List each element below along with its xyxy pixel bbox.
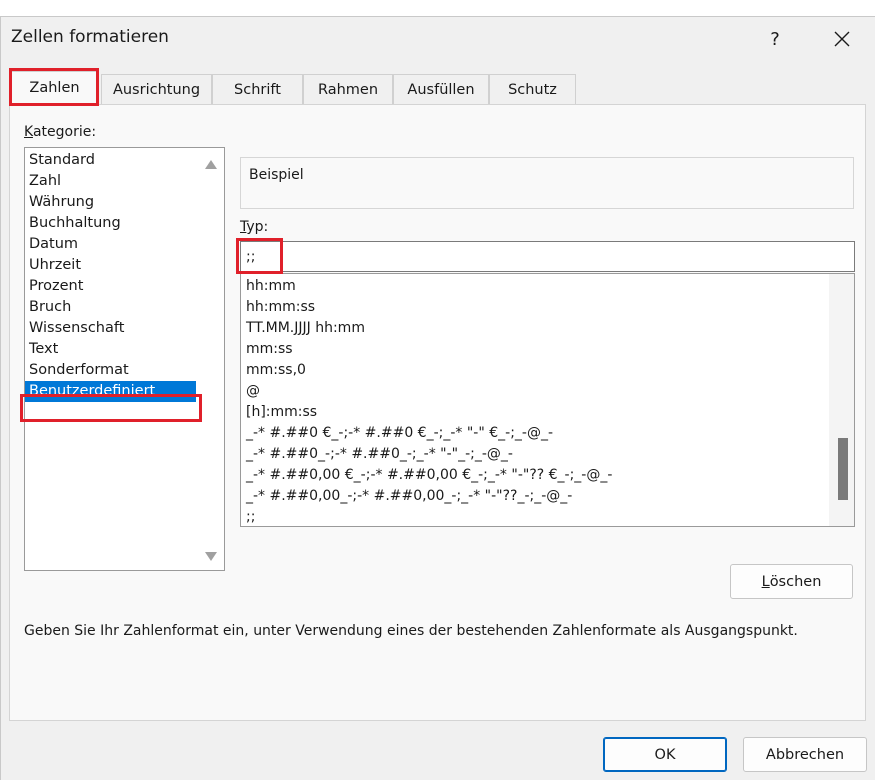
scrollbar-thumb[interactable] <box>838 438 848 500</box>
type-list-scrollbar[interactable] <box>829 274 854 526</box>
tab-ausfuellen[interactable]: Ausfüllen <box>393 74 489 104</box>
scroll-up-arrow-icon[interactable] <box>205 160 217 169</box>
top-strip <box>0 0 875 16</box>
type-item[interactable]: ;; <box>241 507 854 526</box>
dialog-title: Zellen formatieren <box>11 27 169 47</box>
type-item[interactable]: _-* #.##0,00_-;-* #.##0,00_-;_-* "-"??_-… <box>241 486 854 507</box>
help-button[interactable]: ? <box>753 21 797 57</box>
cancel-button[interactable]: Abbrechen <box>743 737 867 772</box>
ok-button[interactable]: OK <box>603 737 727 772</box>
category-item-sonderformat[interactable]: Sonderformat <box>25 360 196 381</box>
category-item-prozent[interactable]: Prozent <box>25 276 196 297</box>
type-item[interactable]: @ <box>241 381 854 402</box>
type-item[interactable]: mm:ss,0 <box>241 360 854 381</box>
tab-zahlen[interactable]: Zahlen <box>10 71 99 104</box>
category-list[interactable]: Standard Zahl Währung Buchhaltung Datum … <box>24 147 225 571</box>
category-item-benutzerdefiniert[interactable]: Benutzerdefiniert <box>25 381 196 402</box>
type-item[interactable]: mm:ss <box>241 339 854 360</box>
category-item-text[interactable]: Text <box>25 339 196 360</box>
category-label: Kategorie: <box>24 124 97 140</box>
close-button[interactable] <box>816 21 868 57</box>
category-item-datum[interactable]: Datum <box>25 234 196 255</box>
category-item-waehrung[interactable]: Währung <box>25 192 196 213</box>
type-list[interactable]: hh:mm hh:mm:ss TT.MM.JJJJ hh:mm mm:ss mm… <box>240 273 855 527</box>
category-item-buchhaltung[interactable]: Buchhaltung <box>25 213 196 234</box>
close-icon <box>834 31 850 47</box>
category-item-zahl[interactable]: Zahl <box>25 171 196 192</box>
number-tab-panel: Kategorie: Standard Zahl Währung Buchhal… <box>9 104 866 721</box>
format-cells-dialog: Zellen formatieren ? Zahlen Ausrichtung … <box>0 16 875 780</box>
tab-ausrichtung[interactable]: Ausrichtung <box>101 74 212 104</box>
type-item[interactable]: _-* #.##0,00 €_-;-* #.##0,00 €_-;_-* "-"… <box>241 465 854 486</box>
scroll-down-arrow-icon[interactable] <box>205 552 217 561</box>
type-item[interactable]: _-* #.##0_-;-* #.##0_-;_-* "-"_-;_-@_- <box>241 444 854 465</box>
category-item-uhrzeit[interactable]: Uhrzeit <box>25 255 196 276</box>
type-label: Typ: <box>240 219 269 235</box>
type-item[interactable]: hh:mm <box>241 276 854 297</box>
tab-schutz[interactable]: Schutz <box>489 74 576 104</box>
tab-schrift[interactable]: Schrift <box>212 74 303 104</box>
type-item[interactable]: _-* #.##0 €_-;-* #.##0 €_-;_-* "-" €_-;_… <box>241 423 854 444</box>
type-item[interactable]: [h]:mm:ss <box>241 402 854 423</box>
tab-rahmen[interactable]: Rahmen <box>303 74 393 104</box>
type-item[interactable]: hh:mm:ss <box>241 297 854 318</box>
sample-label: Beispiel <box>246 167 307 183</box>
category-item-bruch[interactable]: Bruch <box>25 297 196 318</box>
sample-group <box>240 157 854 209</box>
category-item-wissenschaft[interactable]: Wissenschaft <box>25 318 196 339</box>
category-item-standard[interactable]: Standard <box>25 150 196 171</box>
type-item[interactable]: TT.MM.JJJJ hh:mm <box>241 318 854 339</box>
type-input[interactable] <box>240 241 855 272</box>
description-text: Geben Sie Ihr Zahlenformat ein, unter Ve… <box>24 623 798 639</box>
delete-button[interactable]: Löschen <box>730 564 853 599</box>
